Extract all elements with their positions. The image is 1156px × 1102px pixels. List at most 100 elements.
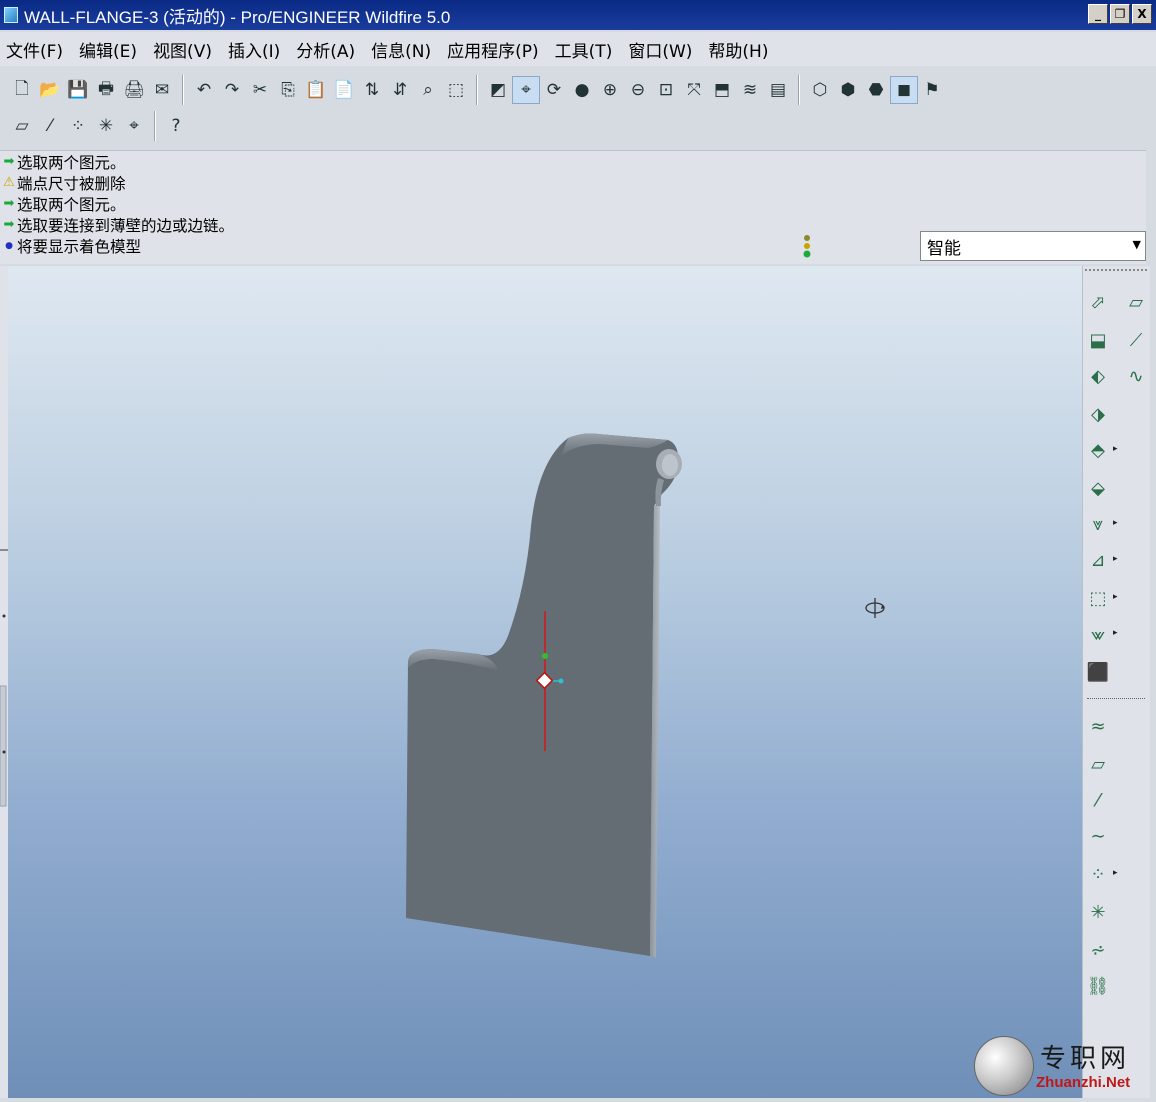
flyout-arrow-icon[interactable]: ▸ — [1113, 554, 1118, 564]
flyout-arrow-icon[interactable]: ▸ — [1113, 868, 1118, 878]
datum-point-display-icon[interactable]: ⁘ — [64, 112, 92, 140]
orient-mode-icon[interactable]: ⟳ — [540, 76, 568, 104]
datum-axis-display-icon[interactable]: ⁄ — [36, 112, 64, 140]
flyout-arrow-icon[interactable]: ▸ — [1113, 444, 1118, 454]
plane-icon[interactable]: ▱ — [1085, 751, 1111, 777]
watermark-cn: 专职网 — [1040, 1044, 1131, 1074]
info-bullet-icon: ● — [5, 240, 13, 251]
curve-icon[interactable]: ∼ — [1085, 823, 1111, 849]
menu-applications[interactable]: 应用程序(P) — [447, 37, 549, 62]
save-icon[interactable]: 💾 — [64, 76, 92, 104]
rip-icon[interactable]: ⩔ — [1085, 511, 1111, 537]
menu-edit[interactable]: 编辑(E) — [79, 37, 147, 62]
spin-center-icon[interactable]: ⌖ — [512, 76, 540, 104]
menu-tools[interactable]: 工具(T) — [555, 37, 623, 62]
axis-icon[interactable]: ⁄ — [1085, 787, 1111, 813]
zoom-in-icon[interactable]: ⊕ — [596, 76, 624, 104]
hidden-line-icon[interactable]: ⬢ — [834, 76, 862, 104]
selection-filter-value: 智能 — [927, 238, 961, 259]
message-line: ⚠ 端点尺寸被删除 — [0, 172, 1146, 193]
form-icon[interactable]: ⬚ — [1085, 585, 1111, 611]
new-icon[interactable]: 🗋 — [8, 76, 36, 104]
menu-view[interactable]: 视图(V) — [153, 37, 222, 62]
flyout-arrow-icon[interactable]: ▸ — [1113, 592, 1118, 602]
menu-info[interactable]: 信息(N) — [371, 37, 441, 62]
selection-filter-select[interactable]: 智能 ▼ — [920, 231, 1146, 261]
saved-views-icon[interactable]: ⬒ — [708, 76, 736, 104]
extrude-wall-icon[interactable]: ⬀ — [1085, 289, 1111, 315]
flyout-arrow-icon[interactable]: ▸ — [1113, 628, 1118, 638]
datum-curve-icon[interactable]: ∿ — [1123, 363, 1149, 389]
minimize-button[interactable]: _ — [1088, 4, 1108, 24]
app-icon — [4, 7, 18, 23]
regenerate-icon[interactable]: ⇅ — [358, 76, 386, 104]
title-bar: WALL-FLANGE-3 (活动的) - Pro/ENGINEER Wildf… — [0, 0, 1156, 30]
convert-icon[interactable]: ⬛ — [1085, 659, 1111, 685]
message-text: 端点尺寸被删除 — [17, 174, 126, 193]
coord-sys-display-icon[interactable]: ✳ — [92, 112, 120, 140]
model-tree-icon[interactable]: ⚑ — [918, 76, 946, 104]
find-icon[interactable]: ⌕ — [414, 76, 442, 104]
restore-button[interactable]: ❐ — [1110, 4, 1130, 24]
sheetmetal-model[interactable] — [8, 266, 1082, 1098]
annotation-display-icon[interactable]: ⌖ — [120, 112, 148, 140]
wireframe-icon[interactable]: ⬡ — [806, 76, 834, 104]
flange-wall-icon[interactable]: ⬖ — [1085, 363, 1111, 389]
close-button[interactable]: X — [1132, 4, 1152, 24]
open-icon[interactable]: 📂 — [36, 76, 64, 104]
repaint-icon[interactable]: ◩ — [484, 76, 512, 104]
navigator-collapse-strip[interactable] — [0, 266, 8, 1098]
prompt-arrow-icon: ➡ — [3, 217, 15, 232]
zoom-out-icon[interactable]: ⊖ — [624, 76, 652, 104]
unbend-icon[interactable]: ⬗ — [1085, 401, 1111, 427]
paste-special-icon[interactable]: 📄 — [330, 76, 358, 104]
message-line: ➡ 选取两个图元。 — [0, 193, 1146, 214]
reorient-icon[interactable]: ⤧ — [680, 76, 708, 104]
print-preview-icon[interactable]: 🖨 — [120, 76, 148, 104]
sketch-icon[interactable]: ≈ — [1085, 713, 1111, 739]
shaded-icon[interactable]: ◼ — [890, 76, 918, 104]
undo-icon[interactable]: ↶ — [190, 76, 218, 104]
select-box-icon[interactable]: ⬚ — [442, 76, 470, 104]
refit-icon[interactable]: ⊡ — [652, 76, 680, 104]
layers-icon[interactable]: ≋ — [736, 76, 764, 104]
no-hidden-icon[interactable]: ⬣ — [862, 76, 890, 104]
print-icon[interactable]: 🖶 — [92, 76, 120, 104]
chain-icon[interactable]: ⛓ — [1085, 973, 1111, 999]
datum-plane-icon[interactable]: ▱ — [1123, 289, 1149, 315]
graphics-viewport[interactable] — [8, 266, 1082, 1098]
prompt-arrow-icon: ➡ — [3, 196, 15, 211]
menu-analysis[interactable]: 分析(A) — [296, 37, 365, 62]
flatten-icon[interactable]: ⩖ — [1085, 621, 1111, 647]
flat-wall-icon[interactable]: ⬓ — [1085, 327, 1111, 353]
prompt-arrow-icon: ➡ — [3, 154, 15, 169]
watermark-en: Zhuanzhi.Net — [1036, 1074, 1131, 1091]
csys-icon[interactable]: ✳ — [1085, 899, 1111, 925]
feature-toolbar: ⬀ ⬓ ⬖ ⬗ ⬘ ▸ ⬙ ⩔ ▸ ⊿ ▸ ⬚ ▸ ⩖ ▸ ⬛ ▱ ⟋ ∿ ≈ ▱ ⁄ ∼ ⁘ ▸ ✳ ⩫ ⛓ — [1082, 266, 1150, 1098]
corner-relief-icon[interactable]: ⊿ — [1085, 547, 1111, 573]
menu-window[interactable]: 窗口(W) — [628, 37, 702, 62]
email-icon[interactable]: ✉ — [148, 76, 176, 104]
menu-insert[interactable]: 插入(I) — [228, 37, 290, 62]
paste-icon[interactable]: 📋 — [302, 76, 330, 104]
regen-manager-icon[interactable]: ⇵ — [386, 76, 414, 104]
bend-icon[interactable]: ⬘ — [1085, 437, 1111, 463]
flyout-arrow-icon[interactable]: ▸ — [1113, 518, 1118, 528]
edge-bend-icon[interactable]: ⬙ — [1085, 475, 1111, 501]
datum-plane-display-icon[interactable]: ▱ — [8, 112, 36, 140]
analysis-icon[interactable]: ⩫ — [1085, 937, 1111, 963]
toolbar-separator — [798, 75, 800, 105]
spin-cursor-icon — [865, 598, 885, 618]
copy-icon[interactable]: ⎘ — [274, 76, 302, 104]
menu-file[interactable]: 文件(F) — [6, 37, 73, 62]
cut-icon[interactable]: ✂ — [246, 76, 274, 104]
context-help-icon[interactable]: ? — [162, 112, 190, 140]
datum-axis-icon[interactable]: ⟋ — [1123, 327, 1149, 353]
point-icon[interactable]: ⁘ — [1085, 861, 1111, 887]
shading-icon[interactable]: ● — [568, 76, 596, 104]
message-text: 选取要连接到薄壁的边或边链。 — [17, 216, 235, 235]
window-controls: _ ❐ X — [1088, 4, 1152, 24]
view-manager-icon[interactable]: ▤ — [764, 76, 792, 104]
redo-icon[interactable]: ↷ — [218, 76, 246, 104]
menu-help[interactable]: 帮助(H) — [708, 37, 778, 62]
